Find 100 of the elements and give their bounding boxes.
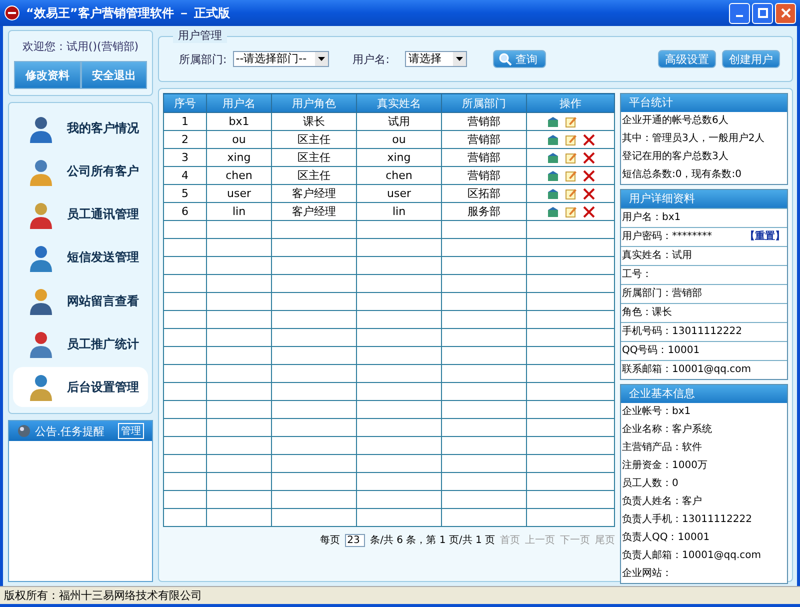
company-text: 企业网站：: [621, 566, 673, 581]
edit-icon[interactable]: [564, 116, 576, 128]
department-label: 所属部门:: [179, 52, 227, 66]
company-text: 注册资金：1000万: [621, 458, 708, 473]
table-cell: xing: [356, 148, 442, 166]
column-header: 用户名: [206, 94, 272, 112]
notice-title: 公告.任务提醒: [35, 424, 104, 438]
company-text: 主营销产品：软件: [621, 440, 703, 455]
caret-icon: [318, 57, 325, 61]
stat-text: 其中：管理员3人，一般用户2人: [621, 132, 766, 146]
company-text: 企业帐号：bx1: [621, 404, 692, 419]
table-cell: 6: [164, 202, 206, 220]
table-cell: 区主任: [272, 130, 356, 148]
close-icon: [780, 8, 790, 18]
table-cell: 营销部: [442, 130, 526, 148]
stat-text: 短信总条数:0，现有条数:0: [621, 168, 742, 182]
table-cell: user: [206, 184, 272, 202]
company-text: 负责人姓名：客户: [621, 494, 703, 509]
maximize-button[interactable]: [752, 2, 773, 24]
table-cell: 客户经理: [272, 202, 356, 220]
table-cell: 3: [164, 148, 206, 166]
delete-icon[interactable]: [582, 188, 594, 200]
close-button[interactable]: [775, 2, 796, 24]
stat-text: 登记在用的客户总数3人: [621, 150, 730, 164]
table-cell: 营销部: [442, 148, 526, 166]
column-header: 操作: [526, 94, 614, 112]
delete-icon[interactable]: [582, 152, 594, 164]
delete-icon[interactable]: [582, 134, 594, 146]
delete-icon[interactable]: [582, 206, 594, 218]
detail-text: QQ号码：10001: [622, 344, 700, 358]
minimize-button[interactable]: [729, 2, 750, 24]
table-cell: bx1: [206, 112, 272, 130]
table-cell: 区主任: [272, 166, 356, 184]
stat-text: 企业开通的帐号总数6人: [621, 114, 730, 128]
search-icon: [498, 52, 512, 66]
menu-item[interactable]: 后台设置管理: [13, 367, 148, 408]
table-cell: 5: [164, 184, 206, 202]
menu-item[interactable]: 网站留言查看: [13, 281, 148, 322]
table-cell: 区拓部: [442, 184, 526, 202]
panel-header: 企业基本信息: [621, 385, 787, 403]
column-header: 用户角色: [272, 94, 356, 112]
minimize-icon: [736, 15, 743, 17]
table-cell: 课长: [272, 112, 356, 130]
status-bar: 版权所有：福州十三易网络技术有限公司: [0, 586, 800, 604]
maximize-icon: [758, 8, 768, 18]
table-cell: 客户经理: [272, 184, 356, 202]
detail-text: 用户名：bx1: [622, 210, 681, 225]
department-select[interactable]: --请选择部门--: [232, 51, 329, 67]
username-label: 用户名:: [352, 52, 390, 66]
edit-icon[interactable]: [564, 134, 576, 146]
table-cell: xing: [206, 148, 272, 166]
table-cell: user: [356, 184, 442, 202]
detail-text: 角色：课长: [622, 306, 672, 320]
table-cell: lin: [356, 202, 442, 220]
detail-text: 真实姓名：试用: [622, 248, 692, 263]
window-title: “效易王”客户营销管理软件 － 正式版: [26, 4, 230, 22]
table-cell: 试用: [356, 112, 442, 130]
manage-link[interactable]: 管理: [118, 423, 144, 439]
reset-link[interactable]: 【重置】: [745, 228, 787, 246]
table-cell: ou: [356, 130, 442, 148]
menu-item[interactable]: 员工通讯管理: [13, 194, 148, 235]
column-header: 序号: [164, 94, 206, 112]
table-cell: lin: [206, 202, 272, 220]
column-header: 所属部门: [442, 94, 526, 112]
company-text: 负责人手机：13011112222: [621, 512, 753, 527]
username-select[interactable]: 请选择: [405, 51, 468, 67]
table-cell: 2: [164, 130, 206, 148]
menu-item[interactable]: 我的客户情况: [13, 108, 148, 149]
table-cell: chen: [206, 166, 272, 184]
table-cell: 服务部: [442, 202, 526, 220]
edit-icon[interactable]: [564, 152, 576, 164]
table-cell: 1: [164, 112, 206, 130]
edit-icon[interactable]: [564, 206, 576, 218]
menu-item[interactable]: 公司所有客户: [13, 152, 148, 192]
per-page-field[interactable]: 23: [345, 534, 366, 546]
detail-text: 手机号码：13011112222: [622, 324, 742, 339]
company-text: 负责人QQ：10001: [621, 530, 711, 545]
delete-icon[interactable]: [582, 170, 594, 182]
table-cell: 4: [164, 166, 206, 184]
panel-header: 平台统计: [621, 94, 787, 112]
table-cell: 营销部: [442, 112, 526, 130]
panel-header: 用户详细资料: [621, 190, 787, 208]
company-text: 负责人邮箱：10001@qq.com: [621, 548, 762, 563]
detail-text: 所属部门：营销部: [622, 286, 702, 301]
table-cell: ou: [206, 130, 272, 148]
edit-icon[interactable]: [564, 188, 576, 200]
per-page-label: 每页: [320, 534, 340, 547]
menu-item[interactable]: 短信发送管理: [13, 238, 148, 278]
menu-item[interactable]: 员工推广统计: [13, 324, 148, 364]
page-summary: 条/共 6 条，第 1 页/共 1 页: [370, 534, 495, 547]
detail-text: 联系邮箱：10001@qq.com: [622, 362, 752, 377]
welcome-text: 欢迎您：试用()(营销部): [22, 39, 139, 54]
table-cell: 区主任: [272, 148, 356, 166]
company-text: 员工人数：0: [621, 477, 680, 491]
app-icon: [4, 5, 20, 21]
detail-text: 用户密码：********: [622, 230, 712, 244]
caret-icon: [456, 57, 464, 61]
edit-icon[interactable]: [564, 170, 576, 182]
table-cell: 营销部: [442, 166, 526, 184]
column-header: 真实姓名: [356, 94, 442, 112]
